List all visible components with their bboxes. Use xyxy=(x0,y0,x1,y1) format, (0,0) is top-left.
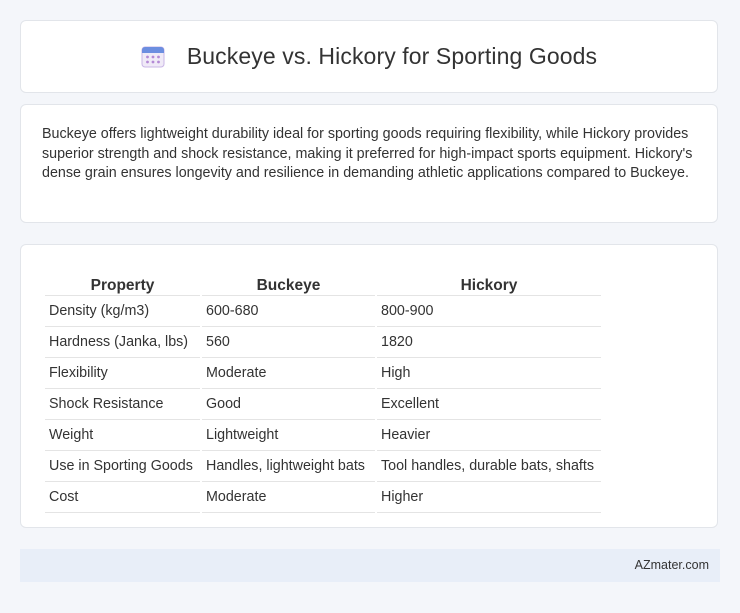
page-title: Buckeye vs. Hickory for Sporting Goods xyxy=(186,43,598,69)
table-row: Density (kg/m3) 600-680 800-900 xyxy=(45,296,601,327)
table-row: Hardness (Janka, lbs) 560 1820 xyxy=(45,327,601,358)
title-card: Buckeye vs. Hickory for Sporting Goods xyxy=(20,20,718,93)
hickory-cell: 1820 xyxy=(377,327,601,358)
comparison-table: Property Buckeye Hickory Density (kg/m3)… xyxy=(43,265,603,513)
property-cell: Use in Sporting Goods xyxy=(45,451,200,482)
buckeye-cell: Handles, lightweight bats xyxy=(202,451,375,482)
hickory-cell: Higher xyxy=(377,482,601,513)
buckeye-cell: Moderate xyxy=(202,358,375,389)
property-cell: Hardness (Janka, lbs) xyxy=(45,327,200,358)
summary-card: Buckeye offers lightweight durability id… xyxy=(20,104,718,223)
buckeye-cell: Lightweight xyxy=(202,420,375,451)
table-row: Weight Lightweight Heavier xyxy=(45,420,601,451)
table-header-row: Property Buckeye Hickory xyxy=(45,265,601,296)
table-row: Use in Sporting Goods Handles, lightweig… xyxy=(45,451,601,482)
footer-bar: AZmater.com xyxy=(20,549,720,582)
table-card: Property Buckeye Hickory Density (kg/m3)… xyxy=(20,244,718,528)
header-buckeye: Buckeye xyxy=(202,265,375,296)
table-row: Cost Moderate Higher xyxy=(45,482,601,513)
property-cell: Density (kg/m3) xyxy=(45,296,200,327)
buckeye-cell: Moderate xyxy=(202,482,375,513)
hickory-cell: High xyxy=(377,358,601,389)
hickory-cell: Heavier xyxy=(377,420,601,451)
property-cell: Weight xyxy=(45,420,200,451)
property-cell: Shock Resistance xyxy=(45,389,200,420)
hickory-cell: Excellent xyxy=(377,389,601,420)
summary-text: Buckeye offers lightweight durability id… xyxy=(42,126,693,182)
table-row: Shock Resistance Good Excellent xyxy=(45,389,601,420)
header-property: Property xyxy=(45,265,200,296)
calendar-icon xyxy=(141,45,165,69)
property-cell: Cost xyxy=(45,482,200,513)
property-cell: Flexibility xyxy=(45,358,200,389)
hickory-cell: 800-900 xyxy=(377,296,601,327)
buckeye-cell: Good xyxy=(202,389,375,420)
table-row: Flexibility Moderate High xyxy=(45,358,601,389)
title-row: Buckeye vs. Hickory for Sporting Goods xyxy=(21,21,717,92)
footer-brand: AZmater.com xyxy=(634,558,709,572)
header-hickory: Hickory xyxy=(377,265,601,296)
hickory-cell: Tool handles, durable bats, shafts xyxy=(377,451,601,482)
buckeye-cell: 600-680 xyxy=(202,296,375,327)
buckeye-cell: 560 xyxy=(202,327,375,358)
